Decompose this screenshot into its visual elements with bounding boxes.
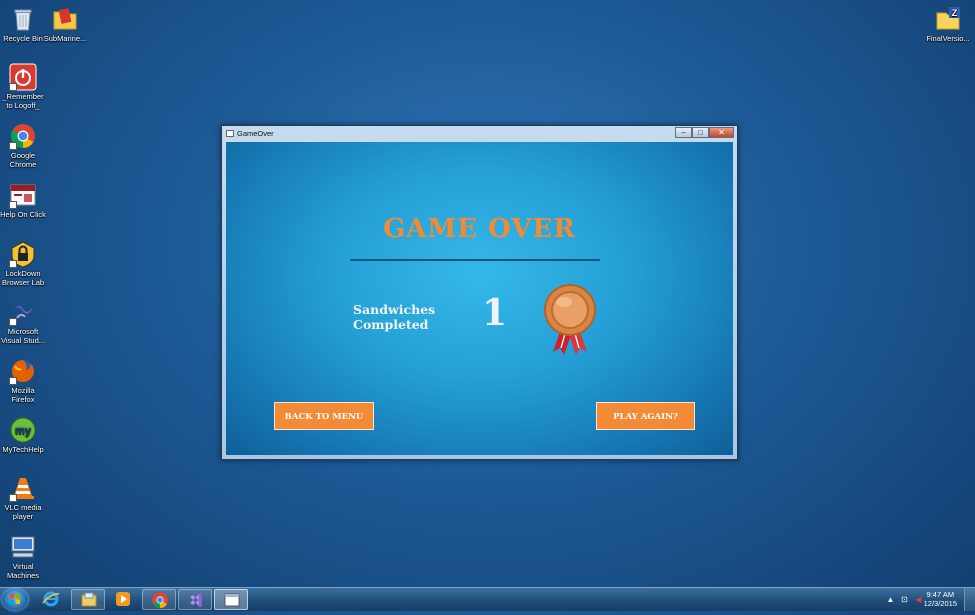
desktop-icon-label: MyTechHelp xyxy=(2,445,44,454)
internet-explorer-icon xyxy=(42,591,60,607)
folder-icon xyxy=(51,5,79,33)
game-over-heading: GAME OVER xyxy=(383,214,576,244)
chrome-icon xyxy=(9,122,37,150)
score-label: Sandwiches Completed xyxy=(353,302,435,332)
score-value: 1 xyxy=(482,292,508,334)
window-titlebar[interactable]: GameOver – □ ✕ xyxy=(222,126,737,142)
shortcut-arrow-icon xyxy=(9,142,17,150)
minimize-button[interactable]: – xyxy=(675,127,692,138)
desktop-icon-label: Microsoft Visual Stud... xyxy=(0,327,46,345)
visual-studio-icon xyxy=(190,593,202,607)
network-icon[interactable]: ⊡ xyxy=(900,595,909,604)
shortcut-arrow-icon xyxy=(9,318,17,326)
file-explorer-icon xyxy=(81,592,97,607)
vlc-cone-icon xyxy=(9,474,37,502)
shortcut-arrow-icon xyxy=(9,494,17,502)
window-title: GameOver xyxy=(237,129,274,138)
taskbar-media-player[interactable] xyxy=(106,589,140,610)
desktop-icon-mytechhelp[interactable]: my MyTechHelp xyxy=(0,416,46,455)
desktop-icon-label: Help On Click xyxy=(0,210,46,219)
desktop-icon-label: Google Chrome xyxy=(9,151,37,169)
folder-icon: Z xyxy=(934,5,962,33)
taskbar-clock[interactable]: 9:47 AM 12/3/2015 xyxy=(924,590,957,608)
svg-text:my: my xyxy=(15,425,32,437)
gameover-window[interactable]: GameOver – □ ✕ GAME OVER Sandwiches Comp… xyxy=(221,125,738,460)
score-label-line2: Completed xyxy=(353,317,429,332)
power-icon xyxy=(9,63,37,91)
clock-time: 9:47 AM xyxy=(926,590,955,599)
visual-studio-icon xyxy=(9,298,37,326)
desktop-icon-finalversion[interactable]: Z FinalVersio... xyxy=(925,5,971,44)
windows-logo-icon xyxy=(10,594,20,604)
taskbar-internet-explorer[interactable] xyxy=(34,589,68,610)
help-document-icon xyxy=(9,181,37,209)
show-desktop-button[interactable] xyxy=(964,588,975,611)
volume-icon[interactable]: ◀ xyxy=(914,595,923,604)
mytechhelp-icon: my xyxy=(9,416,37,444)
lock-icon xyxy=(9,240,37,268)
shortcut-arrow-icon xyxy=(9,83,17,91)
maximize-button[interactable]: □ xyxy=(692,127,709,138)
start-button[interactable] xyxy=(2,589,28,610)
shortcut-arrow-icon xyxy=(9,377,17,385)
taskbar-file-explorer[interactable] xyxy=(71,589,105,610)
taskbar: ▲ ⊡ ◀ 9:47 AM 12/3/2015 xyxy=(0,587,975,611)
desktop-icon-help-on-click[interactable]: Help On Click xyxy=(0,181,46,220)
firefox-icon xyxy=(9,357,37,385)
media-player-icon xyxy=(116,592,130,606)
bronze-medal-icon xyxy=(540,282,600,358)
desktop-icon-visual-studio[interactable]: Microsoft Visual Stud... xyxy=(0,298,46,345)
virtual-machine-icon xyxy=(9,533,37,561)
desktop-icon-label: VLC media player xyxy=(4,503,42,521)
desktop-icon-label: FinalVersio... xyxy=(926,34,970,43)
desktop-icon-label: Virtual Machines xyxy=(6,562,40,580)
desktop-icon-label: SubMarine... xyxy=(43,34,87,43)
desktop-icon-chrome[interactable]: Google Chrome xyxy=(0,122,46,169)
taskbar-gameover-window[interactable] xyxy=(214,589,248,610)
desktop-icon-lockdown-browser[interactable]: LockDown Browser Lab xyxy=(0,240,46,287)
score-label-line1: Sandwiches xyxy=(353,302,436,317)
taskbar-visual-studio[interactable] xyxy=(178,589,212,610)
desktop-icon-firefox[interactable]: Mozilla Firefox xyxy=(0,357,46,404)
game-over-screen: GAME OVER Sandwiches Completed 1 BACK TO… xyxy=(226,142,733,455)
back-to-menu-button[interactable]: BACK TO MENU xyxy=(274,402,374,430)
window-app-icon xyxy=(226,130,234,137)
desktop-icon-recycle-bin[interactable]: Recycle Bin xyxy=(0,5,46,44)
title-divider xyxy=(350,259,600,261)
tray-expand-icon[interactable]: ▲ xyxy=(886,595,895,604)
gameover-window-icon xyxy=(224,593,240,607)
clock-date: 12/3/2015 xyxy=(923,599,957,608)
play-again-button[interactable]: PLAY AGAIN? xyxy=(596,402,695,430)
desktop-icon-label: Recycle Bin xyxy=(3,34,43,43)
desktop-icon-label: LockDown Browser Lab xyxy=(1,269,45,287)
shortcut-arrow-icon xyxy=(9,201,17,209)
desktop-icon-submarine[interactable]: SubMarine... xyxy=(42,5,88,44)
desktop-icon-virtual-machines[interactable]: Virtual Machines xyxy=(0,533,46,580)
shortcut-arrow-icon xyxy=(9,260,17,268)
taskbar-chrome[interactable] xyxy=(142,589,176,610)
svg-text:Z: Z xyxy=(952,8,958,18)
desktop-icon-label: _Remember to Logoff_ xyxy=(2,92,44,110)
desktop-icon-label: Mozilla Firefox xyxy=(11,386,35,404)
chrome-icon xyxy=(152,592,168,609)
desktop-icon-remember-logoff[interactable]: _Remember to Logoff_ xyxy=(0,63,46,110)
close-button[interactable]: ✕ xyxy=(709,127,734,138)
desktop-icon-vlc[interactable]: VLC media player xyxy=(0,474,46,521)
recycle-bin-icon xyxy=(9,5,37,33)
